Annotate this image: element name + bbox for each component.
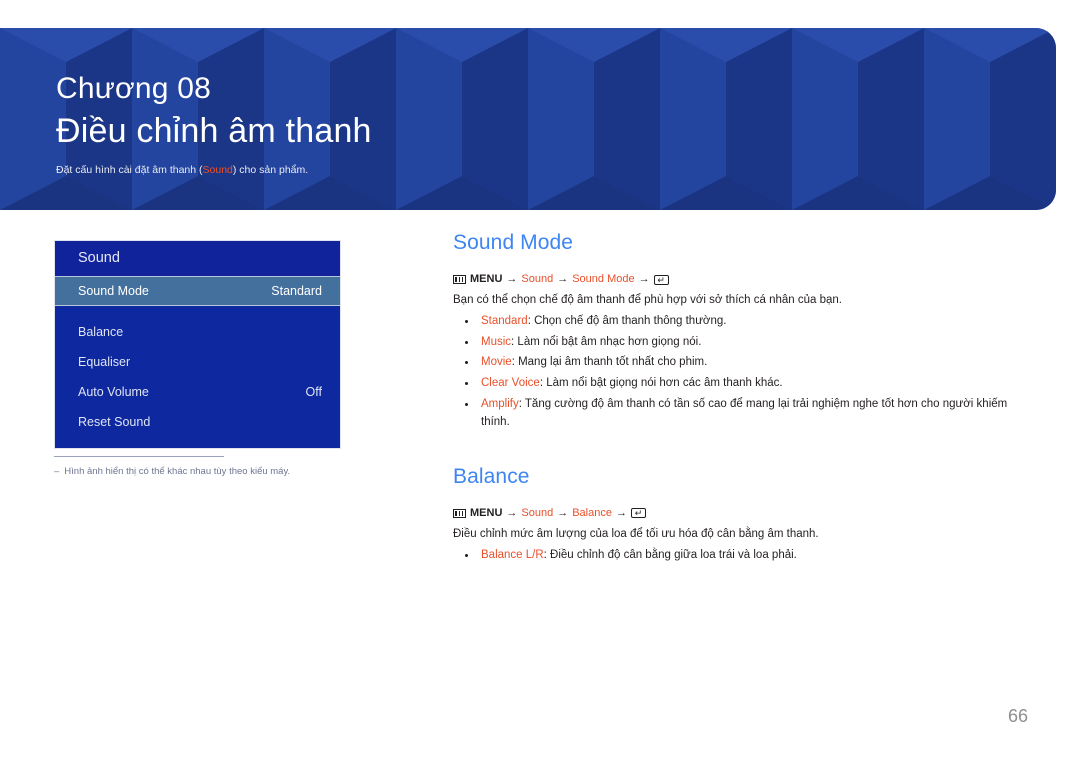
list-item: Music: Làm nổi bật âm nhạc hơn giọng nói… — [453, 334, 1038, 352]
chapter-number: Chương 08 — [56, 72, 211, 105]
list-item: Clear Voice: Làm nổi bật giọng nói hơn c… — [453, 375, 1038, 393]
list-item-term: Standard — [481, 314, 528, 327]
list-item-text: Điều chỉnh độ cân bằng giữa loa trái và … — [546, 548, 797, 561]
menu-path-arrow: → — [557, 506, 569, 519]
list-item-term: Clear Voice — [481, 377, 540, 390]
section-lead-text: Bạn có thể chọn chế độ âm thanh để phù h… — [453, 294, 842, 307]
list-item-text: Chọn chế độ âm thanh thông thường. — [530, 314, 727, 327]
chapter-subtitle-pre: Đặt cấu hình cài đặt âm thanh ( — [56, 164, 203, 176]
menu-path-arrow: → — [557, 273, 569, 285]
section-lead-text: Điều chỉnh mức âm lượng của loa để tối ư… — [453, 527, 819, 540]
section-heading: Sound Mode — [453, 231, 574, 254]
osd-row-label: Sound Mode — [78, 284, 149, 298]
list-item-term: Balance L/R — [481, 548, 544, 561]
list-item-term: Movie — [481, 356, 512, 369]
menu-path-arrow: → — [506, 273, 518, 285]
note-dash: ‒ — [54, 466, 60, 477]
menu-path-step-1: Sound — [521, 506, 554, 519]
list-item-term: Music — [481, 335, 512, 348]
chapter-subtitle-post: ) cho sản phẩm. — [232, 164, 309, 176]
menu-path-step-2: Sound Mode — [572, 273, 635, 285]
menu-path-arrow: → — [615, 506, 627, 519]
list-item: Standard: Chọn chế độ âm thanh thông thư… — [453, 313, 1038, 331]
osd-menu-title: Sound — [55, 241, 340, 276]
section-balance: Balance MENU → Sound → Balance → ↵ Điều … — [453, 466, 1038, 565]
menu-path-arrow: → — [506, 506, 518, 519]
list-item: Amplify: Tăng cường độ âm thanh có tần s… — [453, 396, 1038, 432]
menu-path-root: MENU — [470, 506, 503, 519]
menu-icon — [453, 275, 466, 285]
page-number: 66 — [1007, 706, 1028, 726]
osd-row-sound-mode[interactable]: Sound Mode Standard — [55, 276, 340, 306]
enter-key-icon: ↵ — [653, 274, 669, 285]
balance-option-list: Balance L/R: Điều chỉnh độ cân bằng giữa… — [453, 547, 1038, 565]
content-column: Sound Mode MENU → Sound → Sound Mode → ↵… — [453, 232, 1038, 564]
menu-path-step-2: Balance — [572, 506, 612, 519]
osd-row-value: Standard — [271, 284, 322, 298]
menu-icon — [453, 508, 466, 518]
menu-path-sound-mode: MENU → Sound → Sound Mode → ↵ — [453, 273, 1038, 286]
list-item-text: Làm nổi bật âm nhạc hơn giọng nói. — [514, 335, 702, 348]
osd-menu-screenshot: Sound Sound Mode Standard Balance Equali… — [54, 240, 341, 449]
osd-row-label: Auto Volume — [78, 385, 149, 399]
chapter-title: Điều chỉnh âm thanh — [56, 112, 372, 150]
list-item: Balance L/R: Điều chỉnh độ cân bằng giữa… — [453, 547, 1038, 565]
list-item-text: Làm nổi bật giọng nói hơn các âm thanh k… — [543, 377, 783, 390]
osd-row-value: Off — [305, 385, 322, 399]
osd-row-reset-sound[interactable]: Reset Sound — [55, 407, 340, 437]
osd-spacer-bottom — [55, 437, 340, 448]
list-item-term: Amplify — [481, 398, 519, 411]
note-divider — [54, 456, 224, 457]
osd-row-label: Reset Sound — [78, 415, 151, 429]
osd-row-label: Equaliser — [78, 355, 131, 369]
chapter-subtitle-highlight: Sound — [202, 164, 233, 176]
osd-row-label: Balance — [78, 325, 124, 339]
list-item-text: Tăng cường độ âm thanh có tần số cao để … — [481, 398, 1008, 428]
list-item: Movie: Mang lại âm thanh tốt nhất cho ph… — [453, 354, 1038, 372]
note-text: ‒ Hình ảnh hiển thị có thể khác nhau tùy … — [54, 466, 354, 477]
menu-path-arrow: → — [638, 273, 650, 285]
menu-path-root: MENU — [470, 273, 503, 285]
osd-row-auto-volume[interactable]: Auto Volume Off — [55, 377, 340, 407]
note-body: Hình ảnh hiển thị có thể khác nhau tùy t… — [64, 466, 291, 477]
chapter-banner: Chương 08 Điều chỉnh âm thanh Đặt cấu hì… — [0, 28, 1056, 210]
section-heading: Balance — [453, 464, 530, 488]
osd-row-equaliser[interactable]: Equaliser — [55, 347, 340, 377]
osd-spacer — [55, 306, 340, 317]
osd-row-balance[interactable]: Balance — [55, 317, 340, 347]
menu-path-step-1: Sound — [521, 273, 554, 285]
list-item-text: Mang lại âm thanh tốt nhất cho phim. — [514, 356, 708, 369]
section-sound-mode: Sound Mode MENU → Sound → Sound Mode → ↵… — [453, 232, 1038, 432]
chapter-subtitle: Đặt cấu hình cài đặt âm thanh (Sound) ch… — [56, 164, 308, 176]
sound-mode-option-list: Standard: Chọn chế độ âm thanh thông thư… — [453, 313, 1038, 432]
enter-key-icon: ↵ — [630, 508, 646, 519]
menu-path-balance: MENU → Sound → Balance → ↵ — [453, 507, 1038, 520]
